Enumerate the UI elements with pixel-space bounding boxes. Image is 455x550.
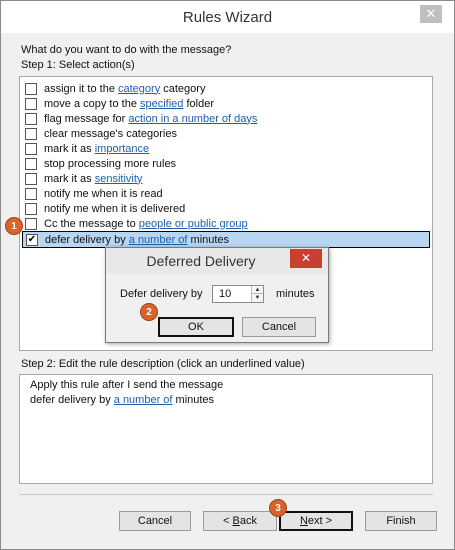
action-link[interactable]: category: [118, 83, 160, 95]
action-text: clear message's categories: [44, 127, 177, 140]
description-line-1: Apply this rule after I send the message: [30, 379, 224, 391]
step-badge-3: 3: [269, 499, 287, 517]
action-label: stop processing more rules: [44, 158, 176, 170]
action-text: assign it to the: [44, 82, 118, 95]
action-link[interactable]: action in a number of days: [128, 113, 257, 125]
action-text-suffix: minutes: [187, 233, 230, 246]
action-link[interactable]: specified: [140, 98, 183, 110]
action-text-suffix: folder: [183, 97, 214, 110]
back-button[interactable]: < Back: [203, 511, 277, 531]
action-checkbox[interactable]: [25, 127, 37, 140]
action-text: mark it as: [44, 172, 95, 185]
next-button[interactable]: Next >: [279, 511, 353, 531]
minutes-spinner[interactable]: 10 ▲ ▼: [212, 285, 264, 303]
action-label: assign it to the category category: [44, 83, 205, 95]
step1-label: Step 1: Select action(s): [21, 59, 135, 71]
action-label: defer delivery by a number of minutes: [45, 234, 229, 246]
step-badge-2: 2: [140, 303, 158, 321]
action-row[interactable]: mark it as importance: [22, 141, 430, 156]
action-row[interactable]: move a copy to the specified folder: [22, 96, 430, 111]
cancel-button[interactable]: Cancel: [119, 511, 191, 531]
action-text: mark it as: [44, 142, 95, 155]
dialog-titlebar: Deferred Delivery ✕: [106, 248, 328, 274]
action-text: stop processing more rules: [44, 157, 177, 170]
action-text-suffix: category: [160, 82, 206, 95]
description-line-2-prefix: defer delivery by: [30, 394, 114, 406]
action-text: defer delivery by: [45, 233, 129, 246]
action-checkbox[interactable]: ✔: [26, 233, 38, 246]
action-text: flag message for: [44, 112, 129, 125]
action-checkbox[interactable]: [25, 187, 37, 200]
action-checkbox[interactable]: [25, 142, 37, 155]
action-row[interactable]: ✔ defer delivery by a number of minutes: [22, 231, 430, 248]
rules-wizard-window: Rules Wizard ✕ What do you want to do wi…: [0, 0, 455, 550]
description-line-2: defer delivery by a number of minutes: [30, 394, 214, 406]
action-link[interactable]: importance: [95, 143, 149, 155]
action-label: mark it as sensitivity: [44, 173, 142, 185]
action-checkbox[interactable]: [25, 97, 37, 110]
window-titlebar: Rules Wizard ✕: [1, 1, 454, 33]
action-checkbox[interactable]: [25, 112, 37, 125]
action-row[interactable]: notify me when it is delivered: [22, 201, 430, 216]
dialog-title: Deferred Delivery: [146, 253, 256, 269]
step-badge-1: 1: [5, 217, 23, 235]
dialog-close-button[interactable]: ✕: [290, 249, 322, 268]
action-checkbox[interactable]: [25, 172, 37, 185]
action-label: notify me when it is delivered: [44, 203, 185, 215]
action-label: move a copy to the specified folder: [44, 98, 214, 110]
number-of-minutes-link[interactable]: a number of: [114, 394, 173, 406]
action-checkbox[interactable]: [25, 157, 37, 170]
defer-delivery-label: Defer delivery by: [120, 288, 203, 300]
action-row[interactable]: Cc the message to people or public group: [22, 216, 430, 231]
action-text: notify me when it is read: [44, 187, 163, 200]
action-row[interactable]: mark it as sensitivity: [22, 171, 430, 186]
action-text: move a copy to the: [44, 97, 140, 110]
minutes-unit-label: minutes: [276, 288, 315, 300]
dialog-cancel-button[interactable]: Cancel: [242, 317, 316, 337]
finish-button[interactable]: Finish: [365, 511, 437, 531]
rule-description-box: Apply this rule after I send the message…: [19, 374, 433, 484]
action-label: notify me when it is read: [44, 188, 163, 200]
action-row[interactable]: clear message's categories: [22, 126, 430, 141]
action-row[interactable]: notify me when it is read: [22, 186, 430, 201]
action-label: flag message for action in a number of d…: [44, 113, 257, 125]
action-row[interactable]: assign it to the category category: [22, 81, 430, 96]
step2-label: Step 2: Edit the rule description (click…: [21, 358, 305, 370]
action-link[interactable]: people or public group: [139, 218, 248, 230]
footer-separator: [19, 494, 433, 495]
action-label: clear message's categories: [44, 128, 177, 140]
action-link[interactable]: a number of: [129, 234, 188, 246]
action-label: mark it as importance: [44, 143, 149, 155]
action-label: Cc the message to people or public group: [44, 218, 248, 230]
action-link[interactable]: sensitivity: [95, 173, 143, 185]
prompt-text: What do you want to do with the message?: [21, 44, 232, 56]
action-text: Cc the message to: [44, 217, 139, 230]
spin-down-icon[interactable]: ▼: [251, 294, 263, 302]
action-row[interactable]: stop processing more rules: [22, 156, 430, 171]
window-title: Rules Wizard: [182, 9, 273, 26]
minutes-value[interactable]: 10: [219, 288, 231, 300]
action-checkbox[interactable]: [25, 82, 37, 95]
deferred-delivery-dialog: Deferred Delivery ✕ Defer delivery by 10…: [105, 247, 329, 343]
action-row[interactable]: flag message for action in a number of d…: [22, 111, 430, 126]
window-close-button[interactable]: ✕: [420, 5, 442, 23]
action-text: notify me when it is delivered: [44, 202, 186, 215]
description-line-2-suffix: minutes: [172, 394, 215, 406]
ok-button[interactable]: OK: [158, 317, 234, 337]
action-checkbox[interactable]: [25, 217, 37, 230]
spin-up-icon[interactable]: ▲: [251, 286, 263, 294]
action-checkbox[interactable]: [25, 202, 37, 215]
